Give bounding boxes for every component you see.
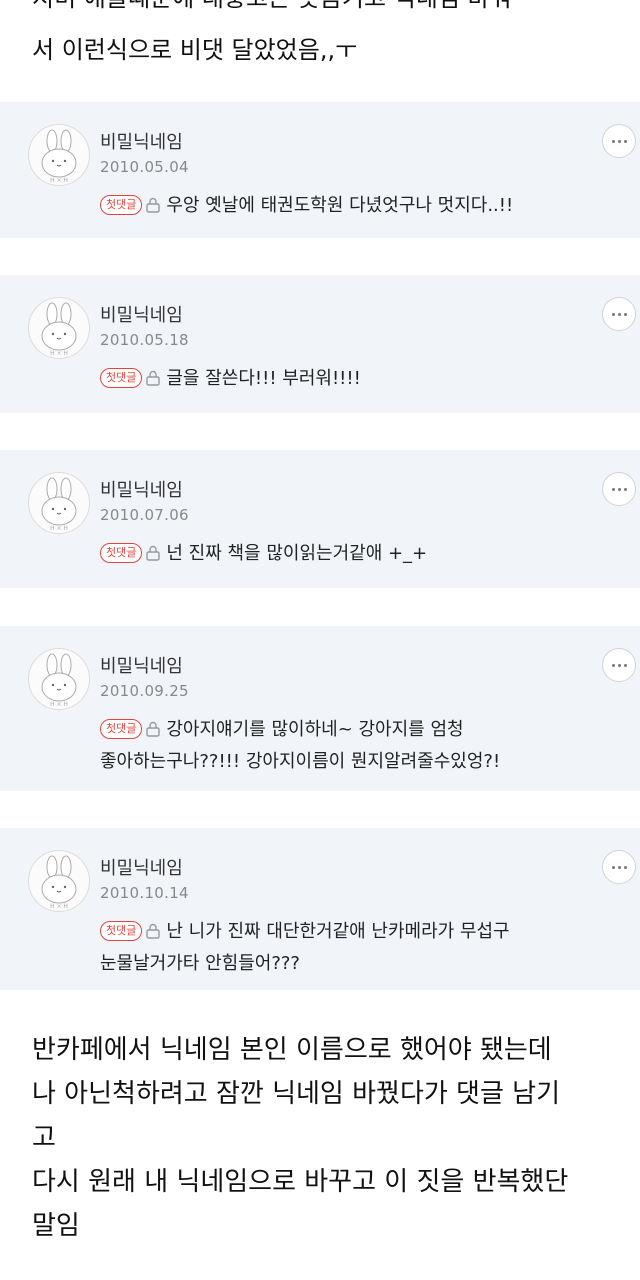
comment-card: H × H 비밀닉네임 2010.09.25 첫댓글 강아지얘기를 많이하네~ 강… xyxy=(0,626,640,791)
comment-text: 넌 진짜 책을 많이읽는거같애 +_+ xyxy=(166,543,428,564)
bunny-avatar-icon[interactable]: H × H xyxy=(28,297,90,359)
comment-body: 첫댓글 우앙 옛날에 태권도학원 다녔엇구나 멋지다..!! xyxy=(100,190,620,222)
nickname[interactable]: 비밀닉네임 xyxy=(100,476,183,502)
first-comment-badge: 첫댓글 xyxy=(100,719,143,739)
outro-line: 반카페에서 닉네임 본인 이름으로 했어야 됐는데 xyxy=(32,1035,552,1065)
nickname[interactable]: 비밀닉네임 xyxy=(100,128,183,154)
lock-icon xyxy=(146,545,161,561)
more-options-icon[interactable] xyxy=(602,850,636,884)
first-comment-badge: 첫댓글 xyxy=(100,921,143,941)
comment-card: H × H 비밀닉네임 2010.05.04 첫댓글 우앙 옛날에 태권도학원 다… xyxy=(0,102,640,238)
comment-card: H × H 비밀닉네임 2010.07.06 첫댓글 넌 진짜 책을 많이읽는거같… xyxy=(0,450,640,588)
comment-body: 첫댓글 난 니가 진짜 대단한거같애 난카메라가 무섭구 눈물날거가타 안힘들어?… xyxy=(100,916,620,980)
svg-text:H × H: H × H xyxy=(50,350,68,357)
bunny-avatar-icon[interactable]: H × H xyxy=(28,850,90,912)
intro-line-1: 지미 애들때문에 대충고는 숫돔기고 닉네임 바꿔 xyxy=(32,0,512,20)
bunny-avatar-icon[interactable]: H × H xyxy=(28,124,90,186)
comment-date: 2010.05.04 xyxy=(100,158,189,176)
comment-card: H × H 비밀닉네임 2010.05.18 첫댓글 글을 잘쓴다!!! 부러워!… xyxy=(0,275,640,413)
more-options-icon[interactable] xyxy=(602,297,636,331)
svg-text:H × H: H × H xyxy=(50,701,68,708)
first-comment-badge: 첫댓글 xyxy=(100,543,143,563)
svg-text:H × H: H × H xyxy=(50,903,68,910)
comment-body: 첫댓글 글을 잘쓴다!!! 부러워!!!! xyxy=(100,363,620,395)
lock-icon xyxy=(146,197,161,213)
comment-date: 2010.10.14 xyxy=(100,884,189,902)
comment-date: 2010.09.25 xyxy=(100,682,189,700)
first-comment-badge: 첫댓글 xyxy=(100,195,143,215)
comment-date: 2010.05.18 xyxy=(100,331,189,349)
comment-text: 우앙 옛날에 태권도학원 다녔엇구나 멋지다..!! xyxy=(166,195,514,216)
comment-text: 글을 잘쓴다!!! 부러워!!!! xyxy=(166,368,361,389)
svg-text:H × H: H × H xyxy=(50,177,68,184)
comment-text: 눈물날거가타 안힘들어??? xyxy=(100,953,300,974)
comment-card: H × H 비밀닉네임 2010.10.14 첫댓글 난 니가 진짜 대단한거같애… xyxy=(0,828,640,990)
comment-text: 강아지얘기를 많이하네~ 강아지를 엄청 xyxy=(166,719,464,740)
outro-text: 반카페에서 닉네임 본인 이름으로 했어야 됐는데 나 아닌척하려고 잠깐 닉네… xyxy=(32,1028,622,1248)
more-options-icon[interactable] xyxy=(602,472,636,506)
comment-text: 난 니가 진짜 대단한거같애 난카메라가 무섭구 xyxy=(166,921,510,942)
first-comment-badge: 첫댓글 xyxy=(100,368,143,388)
lock-icon xyxy=(146,721,161,737)
lock-icon xyxy=(146,370,161,386)
comment-body: 첫댓글 넌 진짜 책을 많이읽는거같애 +_+ xyxy=(100,538,620,570)
svg-text:H × H: H × H xyxy=(50,525,68,532)
outro-line: 말임 xyxy=(32,1211,80,1241)
nickname[interactable]: 비밀닉네임 xyxy=(100,854,183,880)
more-options-icon[interactable] xyxy=(602,648,636,682)
nickname[interactable]: 비밀닉네임 xyxy=(100,652,183,678)
outro-line: 나 아닌척하려고 잠깐 닉네임 바꿨다가 댓글 남기 xyxy=(32,1079,560,1109)
nickname[interactable]: 비밀닉네임 xyxy=(100,301,183,327)
outro-line: 다시 원래 내 닉네임으로 바꾸고 이 짓을 반복했단 xyxy=(32,1167,569,1197)
intro-line-2: 서 이런식으로 비댓 달았었음,,ㅜ xyxy=(32,36,358,64)
bunny-avatar-icon[interactable]: H × H xyxy=(28,472,90,534)
comment-date: 2010.07.06 xyxy=(100,506,189,524)
more-options-icon[interactable] xyxy=(602,124,636,158)
comment-body: 첫댓글 강아지얘기를 많이하네~ 강아지를 엄청 좋아하는구나??!!! 강아지이… xyxy=(100,714,620,778)
comment-text: 좋아하는구나??!!! 강아지이름이 뭔지알려줄수있엉?! xyxy=(100,751,501,772)
outro-line: 고 xyxy=(32,1123,56,1153)
bunny-avatar-icon[interactable]: H × H xyxy=(28,648,90,710)
lock-icon xyxy=(146,923,161,939)
